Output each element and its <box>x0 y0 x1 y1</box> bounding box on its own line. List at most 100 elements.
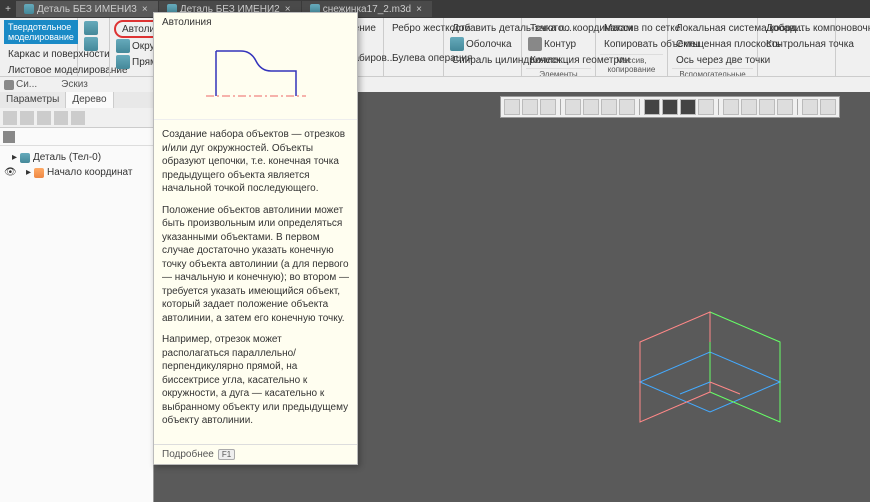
tree-origin[interactable]: 👁 ▸ Начало координат <box>4 165 149 180</box>
main-area: Параметры Дерево ▸ Деталь (Тел-0) 👁 ▸ На… <box>0 92 870 502</box>
vp-tool-icon[interactable] <box>680 99 696 115</box>
sub-toolbar: Си... Эскиз <box>0 76 870 92</box>
ribbon-toolbar: Твердотельное моделирование Каркас и пов… <box>0 18 870 76</box>
tooltip-para: Создание набора объектов — отрезков и/ил… <box>162 128 349 196</box>
tooltip-footer: Подробнее F1 <box>154 444 357 464</box>
part-icon <box>20 153 30 163</box>
save-icon <box>84 21 98 35</box>
tooltip-para: Положение объектов автолинии может быть … <box>162 204 349 326</box>
vp-tool-icon[interactable] <box>601 99 617 115</box>
mode-wireframe[interactable]: Каркас и поверхности <box>4 46 73 62</box>
copy-button[interactable]: Копировать объекты <box>600 36 663 52</box>
panel-tabs: Параметры Дерево <box>0 92 153 108</box>
contour-button[interactable]: Контур <box>526 36 591 52</box>
vp-tool-icon[interactable] <box>619 99 635 115</box>
separator <box>639 99 640 115</box>
tree-tool-icon[interactable] <box>71 111 85 125</box>
dot-icon <box>4 80 14 90</box>
close-icon[interactable]: × <box>414 4 424 14</box>
tree-label: Деталь (Тел-0) <box>33 152 101 163</box>
vp-tool-icon[interactable] <box>723 99 739 115</box>
vp-tool-icon[interactable] <box>565 99 581 115</box>
autoline-tooltip: Автолиния Создание набора объектов — отр… <box>153 12 358 465</box>
mode-section: Твердотельное моделирование Каркас и пов… <box>0 18 78 76</box>
vp-tool-icon[interactable] <box>504 99 520 115</box>
expand-icon[interactable]: ▸ <box>26 167 31 178</box>
array-button[interactable]: Массив по сетке <box>600 20 663 36</box>
mode-selector[interactable]: Твердотельное моделирование <box>4 20 78 44</box>
tree-tool-icon[interactable] <box>20 111 34 125</box>
spiral-button[interactable]: Спираль цилиндрическ... <box>448 52 517 68</box>
model-tree: ▸ Деталь (Тел-0) 👁 ▸ Начало координат <box>0 146 153 184</box>
vp-tool-icon[interactable] <box>820 99 836 115</box>
eye-icon[interactable]: 👁 <box>4 167 17 178</box>
separator <box>718 99 719 115</box>
tree-tool-icon[interactable] <box>37 111 51 125</box>
vp-tool-icon[interactable] <box>522 99 538 115</box>
sys-label: Си... <box>4 79 49 90</box>
part-icon <box>24 4 34 14</box>
offsetplane-button[interactable]: Смещенная плоскость <box>672 36 753 52</box>
tooltip-diagram <box>154 32 357 120</box>
point-button[interactable]: Точка по координатам <box>526 20 591 36</box>
frame-section: Точка по координатам Контур Коллекция ге… <box>522 18 596 76</box>
axis-button[interactable]: Ось через две точки <box>672 52 753 68</box>
rib-button[interactable]: Ребро жесткости <box>388 20 439 36</box>
filter-icon <box>3 131 15 143</box>
quick-section <box>78 18 110 76</box>
contour-icon <box>528 37 542 51</box>
tree-tool-icon[interactable] <box>3 111 17 125</box>
tooltip-title: Автолиния <box>154 13 357 32</box>
component-section: Добавить компоновочн... Контрольная точк… <box>758 18 836 76</box>
document-tabs: + Деталь БЕЗ ИМЕНИ3 × Деталь БЕЗ ИМЕНИ2 … <box>0 0 870 18</box>
vp-tool-icon[interactable] <box>583 99 599 115</box>
circle-icon <box>116 39 130 53</box>
tooltip-para: Например, отрезок может располагаться па… <box>162 333 349 428</box>
viewport-toolbar <box>500 96 840 118</box>
boolean-button[interactable]: Булева операция <box>388 50 439 66</box>
coordinate-planes <box>620 292 800 472</box>
add-tab-button[interactable]: + <box>0 1 16 17</box>
sketch-icon <box>84 37 98 51</box>
separator <box>797 99 798 115</box>
collection-button[interactable]: Коллекция геометрии <box>526 52 591 68</box>
separator <box>560 99 561 115</box>
addpart-button[interactable]: Добавить деталь-загото... <box>448 20 517 36</box>
aux-section: Локальная система коорд... Смещенная пло… <box>668 18 758 76</box>
addcomp-button[interactable]: Добавить компоновочн... <box>762 20 831 36</box>
vp-tool-icon[interactable] <box>644 99 660 115</box>
params-tab[interactable]: Параметры <box>0 92 66 108</box>
boolean-section: Ребро жесткости Булева операция <box>384 18 444 76</box>
vp-tool-icon[interactable] <box>802 99 818 115</box>
array-section: Массив по сетке Копировать объекты Масси… <box>596 18 668 76</box>
save-button[interactable] <box>82 20 105 36</box>
tree-tab[interactable]: Дерево <box>66 92 113 108</box>
close-icon[interactable]: × <box>140 4 150 14</box>
expand-icon[interactable]: ▸ <box>12 152 17 163</box>
tree-label: Начало координат <box>47 167 132 178</box>
part-ops-section: Добавить деталь-загото... Оболочка Спира… <box>444 18 522 76</box>
group-label: Массив, копирование <box>600 54 663 74</box>
vp-tool-icon[interactable] <box>777 99 793 115</box>
axis-x <box>710 382 740 394</box>
lcs-button[interactable]: Локальная система коорд... <box>672 20 753 36</box>
document-tab[interactable]: Деталь БЕЗ ИМЕНИ3 × <box>16 1 158 17</box>
origin-icon <box>34 168 44 178</box>
vp-tool-icon[interactable] <box>540 99 556 115</box>
vp-tool-icon[interactable] <box>741 99 757 115</box>
shell-button[interactable]: Оболочка <box>448 36 517 52</box>
filter-row[interactable] <box>0 128 153 146</box>
tree-toolbar <box>0 108 153 128</box>
group-label: Элементы каркаса <box>526 68 591 76</box>
vp-tool-icon[interactable] <box>698 99 714 115</box>
sidebar-panel: Параметры Дерево ▸ Деталь (Тел-0) 👁 ▸ На… <box>0 92 154 502</box>
ctrlpt-button[interactable]: Контрольная точка <box>762 36 831 52</box>
mode-sheet[interactable]: Листовое моделирование <box>4 62 73 76</box>
vp-tool-icon[interactable] <box>662 99 678 115</box>
vp-tool-icon[interactable] <box>759 99 775 115</box>
tree-root[interactable]: ▸ Деталь (Тел-0) <box>4 150 149 165</box>
key-hint: F1 <box>218 449 235 460</box>
group-label: Вспомогательные объекты <box>672 68 753 76</box>
tree-tool-icon[interactable] <box>54 111 68 125</box>
sketch-button[interactable] <box>82 36 105 52</box>
